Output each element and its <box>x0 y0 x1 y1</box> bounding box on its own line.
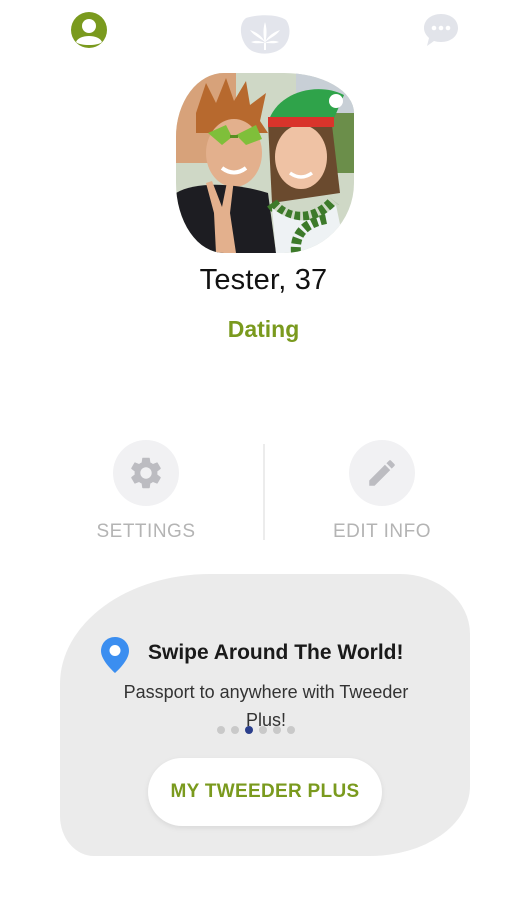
profile-screen: Tester, 37 Dating SETTINGS EDIT INFO Swi… <box>0 0 527 900</box>
promo-title: Swipe Around The World! <box>148 641 404 664</box>
pencil-icon <box>369 460 395 486</box>
settings-label[interactable]: SETTINGS <box>46 521 246 543</box>
edit-info-label[interactable]: EDIT INFO <box>282 521 482 543</box>
edit-info-button[interactable] <box>349 440 415 506</box>
carousel-dot[interactable] <box>259 726 267 734</box>
relationship-status: Dating <box>227 316 300 342</box>
my-tweeder-plus-button[interactable]: MY TWEEDER PLUS <box>148 758 382 826</box>
carousel-dot-active[interactable] <box>245 726 253 734</box>
profile-name: Tester, 37 <box>199 264 328 296</box>
carousel-dot[interactable] <box>273 726 281 734</box>
carousel-dot[interactable] <box>231 726 239 734</box>
carousel-dot[interactable] <box>287 726 295 734</box>
cannabis-leaf-icon[interactable] <box>238 12 292 58</box>
chat-bubble-icon[interactable] <box>421 10 461 50</box>
person-circle-icon[interactable] <box>69 10 109 50</box>
carousel-dots[interactable] <box>217 726 295 734</box>
carousel-dot[interactable] <box>217 726 225 734</box>
location-pin-icon <box>101 637 129 673</box>
settings-button[interactable] <box>113 440 179 506</box>
profile-photo[interactable] <box>176 73 354 253</box>
gear-icon <box>131 457 161 489</box>
action-divider <box>263 444 265 540</box>
